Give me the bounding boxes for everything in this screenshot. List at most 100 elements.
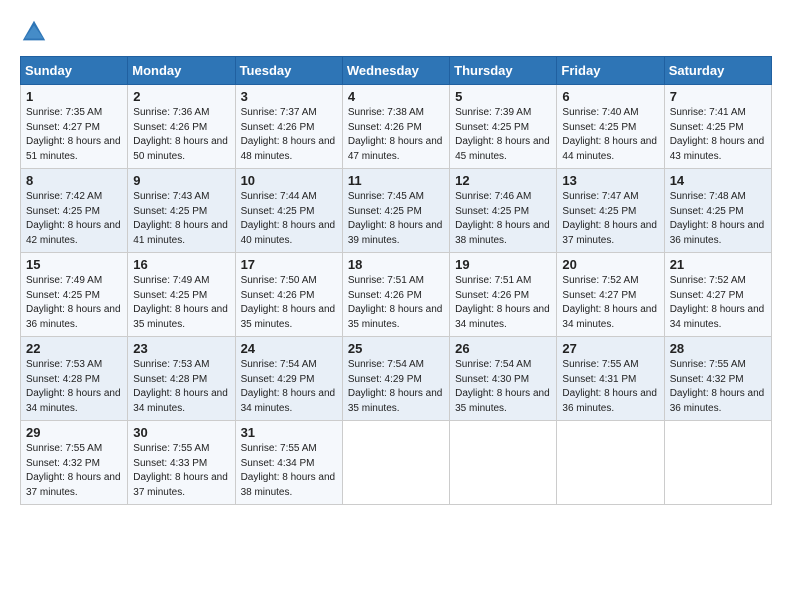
day-number: 15 bbox=[26, 257, 122, 272]
calendar-cell: 30 Sunrise: 7:55 AMSunset: 4:33 PMDayligh… bbox=[128, 421, 235, 505]
day-info: Sunrise: 7:37 AMSunset: 4:26 PMDaylight:… bbox=[241, 107, 336, 162]
day-info: Sunrise: 7:52 AMSunset: 4:27 PMDaylight:… bbox=[562, 275, 657, 330]
day-info: Sunrise: 7:36 AMSunset: 4:26 PMDaylight:… bbox=[133, 107, 228, 162]
calendar-week-5: 29 Sunrise: 7:55 AMSunset: 4:32 PMDayligh… bbox=[21, 421, 772, 505]
day-number: 24 bbox=[241, 341, 337, 356]
calendar-cell: 31 Sunrise: 7:55 AMSunset: 4:34 PMDayligh… bbox=[235, 421, 342, 505]
calendar-header: SundayMondayTuesdayWednesdayThursdayFrid… bbox=[21, 57, 772, 85]
logo bbox=[20, 18, 50, 46]
day-info: Sunrise: 7:42 AMSunset: 4:25 PMDaylight:… bbox=[26, 191, 121, 246]
calendar-cell bbox=[342, 421, 449, 505]
calendar-cell: 12 Sunrise: 7:46 AMSunset: 4:25 PMDayligh… bbox=[450, 169, 557, 253]
calendar-cell: 28Sunrise: 7:55 AMSunset: 4:32 PMDayligh… bbox=[664, 337, 771, 421]
day-number: 22 bbox=[26, 341, 122, 356]
day-number: 1 bbox=[26, 89, 122, 104]
day-number: 20 bbox=[562, 257, 658, 272]
page-header bbox=[20, 18, 772, 46]
day-number: 21 bbox=[670, 257, 766, 272]
day-number: 10 bbox=[241, 173, 337, 188]
calendar-cell: 6 Sunrise: 7:40 AMSunset: 4:25 PMDaylight… bbox=[557, 85, 664, 169]
day-info: Sunrise: 7:41 AMSunset: 4:25 PMDaylight:… bbox=[670, 107, 765, 162]
day-number: 18 bbox=[348, 257, 444, 272]
calendar-cell bbox=[450, 421, 557, 505]
calendar-cell: 22Sunrise: 7:53 AMSunset: 4:28 PMDayligh… bbox=[21, 337, 128, 421]
calendar-cell: 14Sunrise: 7:48 AMSunset: 4:25 PMDayligh… bbox=[664, 169, 771, 253]
day-info: Sunrise: 7:54 AMSunset: 4:29 PMDaylight:… bbox=[241, 359, 336, 414]
day-header-monday: Monday bbox=[128, 57, 235, 85]
day-info: Sunrise: 7:50 AMSunset: 4:26 PMDaylight:… bbox=[241, 275, 336, 330]
day-header-wednesday: Wednesday bbox=[342, 57, 449, 85]
day-number: 16 bbox=[133, 257, 229, 272]
day-info: Sunrise: 7:44 AMSunset: 4:25 PMDaylight:… bbox=[241, 191, 336, 246]
calendar-cell: 1 Sunrise: 7:35 AMSunset: 4:27 PMDaylight… bbox=[21, 85, 128, 169]
calendar-cell: 19Sunrise: 7:51 AMSunset: 4:26 PMDayligh… bbox=[450, 253, 557, 337]
calendar-week-1: 1 Sunrise: 7:35 AMSunset: 4:27 PMDaylight… bbox=[21, 85, 772, 169]
day-info: Sunrise: 7:47 AMSunset: 4:25 PMDaylight:… bbox=[562, 191, 657, 246]
day-info: Sunrise: 7:52 AMSunset: 4:27 PMDaylight:… bbox=[670, 275, 765, 330]
day-header-thursday: Thursday bbox=[450, 57, 557, 85]
day-info: Sunrise: 7:49 AMSunset: 4:25 PMDaylight:… bbox=[26, 275, 121, 330]
calendar-cell bbox=[557, 421, 664, 505]
day-number: 12 bbox=[455, 173, 551, 188]
calendar-cell: 8 Sunrise: 7:42 AMSunset: 4:25 PMDaylight… bbox=[21, 169, 128, 253]
day-number: 5 bbox=[455, 89, 551, 104]
day-info: Sunrise: 7:53 AMSunset: 4:28 PMDaylight:… bbox=[133, 359, 228, 414]
day-info: Sunrise: 7:46 AMSunset: 4:25 PMDaylight:… bbox=[455, 191, 550, 246]
calendar-week-2: 8 Sunrise: 7:42 AMSunset: 4:25 PMDaylight… bbox=[21, 169, 772, 253]
calendar-cell: 2 Sunrise: 7:36 AMSunset: 4:26 PMDaylight… bbox=[128, 85, 235, 169]
day-info: Sunrise: 7:55 AMSunset: 4:32 PMDaylight:… bbox=[26, 443, 121, 498]
day-info: Sunrise: 7:55 AMSunset: 4:33 PMDaylight:… bbox=[133, 443, 228, 498]
day-info: Sunrise: 7:38 AMSunset: 4:26 PMDaylight:… bbox=[348, 107, 443, 162]
calendar-cell: 29 Sunrise: 7:55 AMSunset: 4:32 PMDayligh… bbox=[21, 421, 128, 505]
calendar-cell: 24 Sunrise: 7:54 AMSunset: 4:29 PMDayligh… bbox=[235, 337, 342, 421]
calendar-cell: 9Sunrise: 7:43 AMSunset: 4:25 PMDaylight… bbox=[128, 169, 235, 253]
day-info: Sunrise: 7:51 AMSunset: 4:26 PMDaylight:… bbox=[348, 275, 443, 330]
calendar-cell: 16 Sunrise: 7:49 AMSunset: 4:25 PMDayligh… bbox=[128, 253, 235, 337]
day-number: 8 bbox=[26, 173, 122, 188]
calendar-cell: 5Sunrise: 7:39 AMSunset: 4:25 PMDaylight… bbox=[450, 85, 557, 169]
day-info: Sunrise: 7:48 AMSunset: 4:25 PMDaylight:… bbox=[670, 191, 765, 246]
calendar-cell: 17 Sunrise: 7:50 AMSunset: 4:26 PMDayligh… bbox=[235, 253, 342, 337]
calendar-cell: 26 Sunrise: 7:54 AMSunset: 4:30 PMDayligh… bbox=[450, 337, 557, 421]
day-number: 26 bbox=[455, 341, 551, 356]
calendar-cell: 15 Sunrise: 7:49 AMSunset: 4:25 PMDayligh… bbox=[21, 253, 128, 337]
day-number: 23 bbox=[133, 341, 229, 356]
day-number: 28 bbox=[670, 341, 766, 356]
calendar-cell: 7 Sunrise: 7:41 AMSunset: 4:25 PMDaylight… bbox=[664, 85, 771, 169]
day-info: Sunrise: 7:55 AMSunset: 4:31 PMDaylight:… bbox=[562, 359, 657, 414]
day-number: 17 bbox=[241, 257, 337, 272]
day-number: 31 bbox=[241, 425, 337, 440]
calendar-cell: 20 Sunrise: 7:52 AMSunset: 4:27 PMDayligh… bbox=[557, 253, 664, 337]
day-info: Sunrise: 7:55 AMSunset: 4:34 PMDaylight:… bbox=[241, 443, 336, 498]
day-number: 19 bbox=[455, 257, 551, 272]
day-number: 30 bbox=[133, 425, 229, 440]
day-number: 6 bbox=[562, 89, 658, 104]
day-info: Sunrise: 7:40 AMSunset: 4:25 PMDaylight:… bbox=[562, 107, 657, 162]
calendar-body: 1 Sunrise: 7:35 AMSunset: 4:27 PMDaylight… bbox=[21, 85, 772, 505]
calendar-cell: 3 Sunrise: 7:37 AMSunset: 4:26 PMDaylight… bbox=[235, 85, 342, 169]
day-number: 27 bbox=[562, 341, 658, 356]
day-number: 13 bbox=[562, 173, 658, 188]
calendar-cell: 25Sunrise: 7:54 AMSunset: 4:29 PMDayligh… bbox=[342, 337, 449, 421]
calendar-cell bbox=[664, 421, 771, 505]
day-header-sunday: Sunday bbox=[21, 57, 128, 85]
day-info: Sunrise: 7:54 AMSunset: 4:30 PMDaylight:… bbox=[455, 359, 550, 414]
day-number: 7 bbox=[670, 89, 766, 104]
calendar-cell: 4Sunrise: 7:38 AMSunset: 4:26 PMDaylight… bbox=[342, 85, 449, 169]
calendar-week-4: 22 Sunrise: 7:53 AMSunset: 4:28 PMDayligh… bbox=[21, 337, 772, 421]
calendar-cell: 11 Sunrise: 7:45 AMSunset: 4:25 PMDayligh… bbox=[342, 169, 449, 253]
day-info: Sunrise: 7:49 AMSunset: 4:25 PMDaylight:… bbox=[133, 275, 228, 330]
calendar-cell: 27 Sunrise: 7:55 AMSunset: 4:31 PMDayligh… bbox=[557, 337, 664, 421]
day-number: 9 bbox=[133, 173, 229, 188]
day-number: 29 bbox=[26, 425, 122, 440]
day-number: 11 bbox=[348, 173, 444, 188]
day-number: 3 bbox=[241, 89, 337, 104]
day-number: 2 bbox=[133, 89, 229, 104]
day-info: Sunrise: 7:54 AMSunset: 4:29 PMDaylight:… bbox=[348, 359, 443, 414]
page-container: SundayMondayTuesdayWednesdayThursdayFrid… bbox=[0, 0, 792, 515]
day-header-tuesday: Tuesday bbox=[235, 57, 342, 85]
calendar-cell: 23 Sunrise: 7:53 AMSunset: 4:28 PMDayligh… bbox=[128, 337, 235, 421]
day-info: Sunrise: 7:35 AMSunset: 4:27 PMDaylight:… bbox=[26, 107, 121, 162]
day-info: Sunrise: 7:45 AMSunset: 4:25 PMDaylight:… bbox=[348, 191, 443, 246]
calendar-cell: 18 Sunrise: 7:51 AMSunset: 4:26 PMDayligh… bbox=[342, 253, 449, 337]
